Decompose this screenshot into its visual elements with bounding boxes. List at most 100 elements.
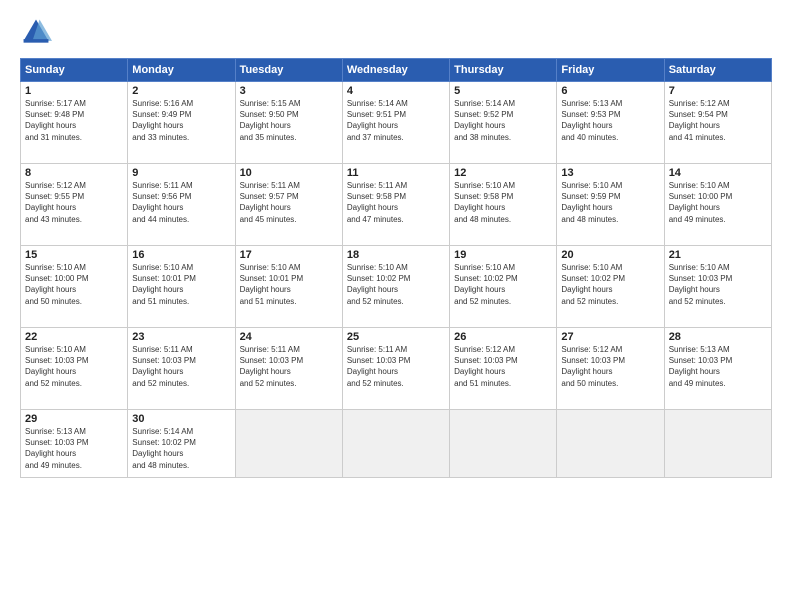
empty-cell [342,410,449,478]
day-info: Sunrise: 5:10 AMSunset: 10:03 PMDaylight… [669,262,767,307]
calendar: Sunday Monday Tuesday Wednesday Thursday… [20,58,772,478]
day-info: Sunrise: 5:13 AMSunset: 10:03 PMDaylight… [25,426,123,471]
table-row: 29Sunrise: 5:13 AMSunset: 10:03 PMDaylig… [21,410,128,478]
table-row: 17Sunrise: 5:10 AMSunset: 10:01 PMDaylig… [235,246,342,328]
day-info: Sunrise: 5:10 AMSunset: 10:02 PMDaylight… [347,262,445,307]
header-sunday: Sunday [21,59,128,82]
day-number: 8 [25,167,123,179]
table-row: 22Sunrise: 5:10 AMSunset: 10:03 PMDaylig… [21,328,128,410]
calendar-week-row: 29Sunrise: 5:13 AMSunset: 10:03 PMDaylig… [21,410,772,478]
table-row: 15Sunrise: 5:10 AMSunset: 10:00 PMDaylig… [21,246,128,328]
day-info: Sunrise: 5:11 AMSunset: 9:57 PMDaylight … [240,180,338,225]
table-row: 20Sunrise: 5:10 AMSunset: 10:02 PMDaylig… [557,246,664,328]
table-row: 1Sunrise: 5:17 AMSunset: 9:48 PMDaylight… [21,82,128,164]
table-row: 16Sunrise: 5:10 AMSunset: 10:01 PMDaylig… [128,246,235,328]
calendar-week-row: 15Sunrise: 5:10 AMSunset: 10:00 PMDaylig… [21,246,772,328]
day-info: Sunrise: 5:10 AMSunset: 10:02 PMDaylight… [454,262,552,307]
table-row: 28Sunrise: 5:13 AMSunset: 10:03 PMDaylig… [664,328,771,410]
weekday-header-row: Sunday Monday Tuesday Wednesday Thursday… [21,59,772,82]
day-info: Sunrise: 5:11 AMSunset: 10:03 PMDaylight… [132,344,230,389]
day-info: Sunrise: 5:12 AMSunset: 9:55 PMDaylight … [25,180,123,225]
day-number: 14 [669,167,767,179]
day-info: Sunrise: 5:10 AMSunset: 10:00 PMDaylight… [25,262,123,307]
table-row: 5Sunrise: 5:14 AMSunset: 9:52 PMDaylight… [450,82,557,164]
empty-cell [450,410,557,478]
day-number: 29 [25,413,123,425]
logo-icon [20,16,52,48]
table-row: 14Sunrise: 5:10 AMSunset: 10:00 PMDaylig… [664,164,771,246]
header-wednesday: Wednesday [342,59,449,82]
day-info: Sunrise: 5:11 AMSunset: 9:58 PMDaylight … [347,180,445,225]
page: Sunday Monday Tuesday Wednesday Thursday… [0,0,792,612]
header-friday: Friday [557,59,664,82]
day-number: 20 [561,249,659,261]
table-row: 8Sunrise: 5:12 AMSunset: 9:55 PMDaylight… [21,164,128,246]
table-row: 24Sunrise: 5:11 AMSunset: 10:03 PMDaylig… [235,328,342,410]
day-info: Sunrise: 5:13 AMSunset: 10:03 PMDaylight… [669,344,767,389]
header-tuesday: Tuesday [235,59,342,82]
day-info: Sunrise: 5:14 AMSunset: 10:02 PMDaylight… [132,426,230,471]
day-info: Sunrise: 5:10 AMSunset: 9:59 PMDaylight … [561,180,659,225]
day-number: 23 [132,331,230,343]
day-info: Sunrise: 5:14 AMSunset: 9:51 PMDaylight … [347,98,445,143]
day-number: 1 [25,85,123,97]
empty-cell [557,410,664,478]
day-info: Sunrise: 5:12 AMSunset: 9:54 PMDaylight … [669,98,767,143]
table-row: 11Sunrise: 5:11 AMSunset: 9:58 PMDayligh… [342,164,449,246]
table-row: 27Sunrise: 5:12 AMSunset: 10:03 PMDaylig… [557,328,664,410]
day-info: Sunrise: 5:11 AMSunset: 9:56 PMDaylight … [132,180,230,225]
day-info: Sunrise: 5:10 AMSunset: 10:02 PMDaylight… [561,262,659,307]
day-info: Sunrise: 5:11 AMSunset: 10:03 PMDaylight… [347,344,445,389]
day-info: Sunrise: 5:12 AMSunset: 10:03 PMDaylight… [561,344,659,389]
day-number: 17 [240,249,338,261]
day-number: 16 [132,249,230,261]
logo [20,16,56,48]
table-row: 13Sunrise: 5:10 AMSunset: 9:59 PMDayligh… [557,164,664,246]
table-row: 30Sunrise: 5:14 AMSunset: 10:02 PMDaylig… [128,410,235,478]
day-info: Sunrise: 5:10 AMSunset: 10:01 PMDaylight… [240,262,338,307]
day-number: 11 [347,167,445,179]
table-row: 2Sunrise: 5:16 AMSunset: 9:49 PMDaylight… [128,82,235,164]
calendar-week-row: 22Sunrise: 5:10 AMSunset: 10:03 PMDaylig… [21,328,772,410]
day-number: 7 [669,85,767,97]
day-number: 26 [454,331,552,343]
calendar-week-row: 1Sunrise: 5:17 AMSunset: 9:48 PMDaylight… [21,82,772,164]
day-number: 22 [25,331,123,343]
empty-cell [235,410,342,478]
header [20,16,772,48]
day-number: 19 [454,249,552,261]
table-row: 18Sunrise: 5:10 AMSunset: 10:02 PMDaylig… [342,246,449,328]
header-monday: Monday [128,59,235,82]
table-row: 25Sunrise: 5:11 AMSunset: 10:03 PMDaylig… [342,328,449,410]
day-number: 2 [132,85,230,97]
day-number: 25 [347,331,445,343]
day-info: Sunrise: 5:12 AMSunset: 10:03 PMDaylight… [454,344,552,389]
table-row: 26Sunrise: 5:12 AMSunset: 10:03 PMDaylig… [450,328,557,410]
header-thursday: Thursday [450,59,557,82]
day-info: Sunrise: 5:15 AMSunset: 9:50 PMDaylight … [240,98,338,143]
day-info: Sunrise: 5:17 AMSunset: 9:48 PMDaylight … [25,98,123,143]
day-number: 10 [240,167,338,179]
day-number: 3 [240,85,338,97]
table-row: 6Sunrise: 5:13 AMSunset: 9:53 PMDaylight… [557,82,664,164]
day-number: 28 [669,331,767,343]
day-info: Sunrise: 5:10 AMSunset: 10:01 PMDaylight… [132,262,230,307]
day-number: 13 [561,167,659,179]
table-row: 3Sunrise: 5:15 AMSunset: 9:50 PMDaylight… [235,82,342,164]
day-number: 27 [561,331,659,343]
table-row: 12Sunrise: 5:10 AMSunset: 9:58 PMDayligh… [450,164,557,246]
day-number: 9 [132,167,230,179]
calendar-week-row: 8Sunrise: 5:12 AMSunset: 9:55 PMDaylight… [21,164,772,246]
day-info: Sunrise: 5:14 AMSunset: 9:52 PMDaylight … [454,98,552,143]
day-number: 21 [669,249,767,261]
day-info: Sunrise: 5:10 AMSunset: 10:03 PMDaylight… [25,344,123,389]
day-info: Sunrise: 5:10 AMSunset: 9:58 PMDaylight … [454,180,552,225]
day-number: 15 [25,249,123,261]
day-info: Sunrise: 5:13 AMSunset: 9:53 PMDaylight … [561,98,659,143]
day-info: Sunrise: 5:10 AMSunset: 10:00 PMDaylight… [669,180,767,225]
table-row: 9Sunrise: 5:11 AMSunset: 9:56 PMDaylight… [128,164,235,246]
day-number: 4 [347,85,445,97]
empty-cell [664,410,771,478]
day-number: 24 [240,331,338,343]
header-saturday: Saturday [664,59,771,82]
